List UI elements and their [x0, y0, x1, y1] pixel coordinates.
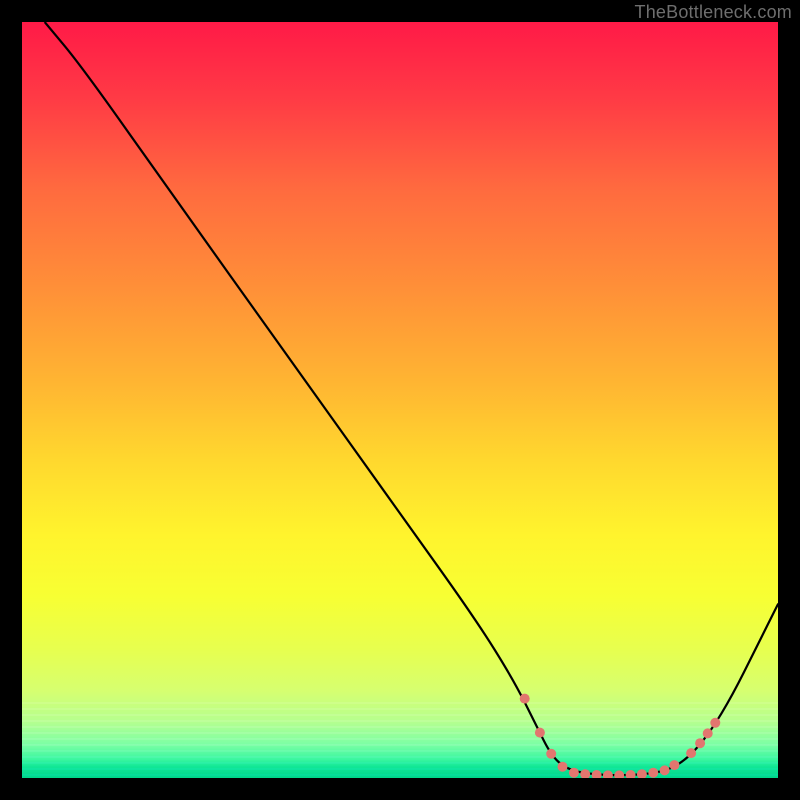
curve-markers — [520, 694, 721, 778]
curve-marker — [535, 728, 545, 738]
curve-marker — [626, 770, 636, 778]
curve-marker — [703, 728, 713, 738]
curve-marker — [660, 765, 670, 775]
curve-marker — [686, 748, 696, 758]
curve-marker — [546, 749, 556, 759]
curve-marker — [580, 769, 590, 778]
curve-line — [45, 22, 778, 775]
attribution-label: TheBottleneck.com — [635, 2, 792, 23]
curve-marker — [558, 762, 568, 772]
curve-marker — [614, 770, 624, 778]
curve-marker — [669, 760, 679, 770]
curve-marker — [648, 768, 658, 778]
bottleneck-curve — [22, 22, 778, 778]
curve-marker — [592, 770, 602, 778]
curve-marker — [637, 769, 647, 778]
curve-marker — [569, 768, 579, 778]
curve-marker — [695, 738, 705, 748]
chart-frame: TheBottleneck.com — [0, 0, 800, 800]
curve-marker — [603, 770, 613, 778]
plot-area — [22, 22, 778, 778]
curve-marker — [520, 694, 530, 704]
curve-marker — [710, 718, 720, 728]
